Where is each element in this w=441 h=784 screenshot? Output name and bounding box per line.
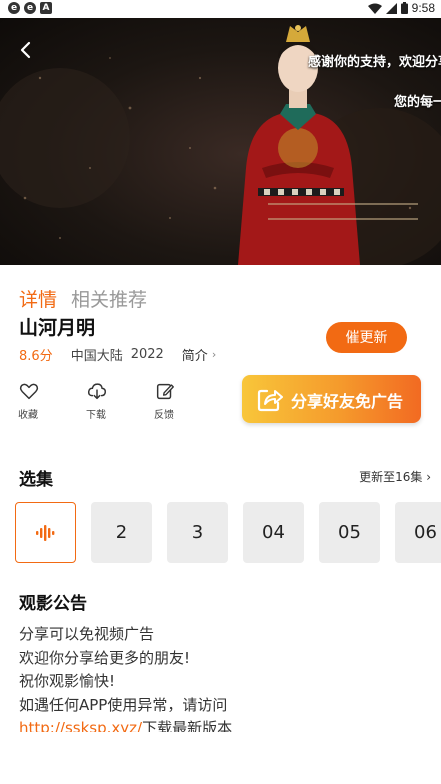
episode-item[interactable]: 2: [91, 502, 152, 563]
chevron-right-icon: ›: [211, 348, 217, 361]
favorite-button[interactable]: 收藏: [12, 380, 80, 421]
episodes-update-text: 更新至16集: [359, 470, 423, 484]
status-time: 9:58: [411, 1, 435, 15]
episode-item-playing[interactable]: [15, 502, 76, 563]
notification-a-icon: A: [40, 2, 52, 14]
score: 8.6分: [19, 349, 53, 364]
chevron-right-icon: ›: [426, 470, 431, 484]
notice-body: 分享可以免视频广告 欢迎你分享给更多的朋友! 祝你观影愉快! 如遇任何APP使用…: [19, 623, 429, 732]
download-button[interactable]: 下载: [80, 380, 148, 421]
status-bar: e e A 9:58: [0, 0, 441, 18]
episode-item[interactable]: 06: [395, 502, 441, 563]
region: 中国大陆: [70, 349, 123, 364]
playing-equalizer-icon: [35, 524, 54, 541]
notification-e-icon: e: [24, 2, 36, 14]
notice-line: 分享可以免视频广告: [19, 625, 155, 643]
tab-recommendations[interactable]: 相关推荐: [71, 285, 147, 312]
episodes-update-link[interactable]: 更新至16集 ›: [359, 468, 431, 485]
share-ad-free-button[interactable]: 分享好友免广告: [242, 375, 421, 423]
episodes-heading: 选集: [19, 470, 53, 490]
notification-e-icon: e: [8, 2, 20, 14]
detail-tabs: 详情 相关推荐: [19, 285, 147, 312]
urge-update-button[interactable]: 催更新: [326, 322, 407, 353]
notice-link-line: http://ssksp.xyz/下载最新版本: [19, 717, 429, 732]
notice-line: 如遇任何APP使用异常，请访问: [19, 695, 228, 714]
feedback-button[interactable]: 反馈: [148, 380, 216, 421]
favorite-label: 收藏: [18, 410, 38, 421]
marquee-text: 您的每一: [394, 95, 441, 110]
show-title: 山河月明: [19, 317, 96, 339]
notice-line: 祝你观影愉快!: [19, 672, 116, 690]
notice-link-suffix: 下载最新版本: [142, 719, 233, 732]
episode-item[interactable]: 3: [167, 502, 228, 563]
episode-list: 2 3 04 05 06: [15, 502, 441, 563]
notice-heading: 观影公告: [19, 594, 87, 614]
heart-icon: [19, 383, 39, 400]
intro-link[interactable]: 简介: [182, 345, 208, 364]
feedback-label: 反馈: [154, 410, 174, 421]
video-player[interactable]: 感谢你的支持，欢迎分享 您的每一: [0, 18, 441, 265]
share-icon: [257, 389, 283, 412]
signal-icon: [385, 2, 397, 14]
action-bar: 收藏 下载 反馈: [12, 380, 216, 421]
cloud-download-icon: [87, 383, 107, 400]
feedback-icon: [156, 383, 174, 400]
episode-item[interactable]: 04: [243, 502, 304, 563]
marquee-text: 感谢你的支持，欢迎分享: [308, 55, 441, 70]
notice-line: 欢迎你分享给更多的朋友!: [19, 648, 191, 667]
episode-item[interactable]: 05: [319, 502, 380, 563]
year: 2022: [130, 347, 164, 362]
download-site-link[interactable]: http://ssksp.xyz/: [19, 719, 142, 732]
download-label: 下载: [86, 410, 106, 421]
wifi-icon: [367, 3, 382, 14]
show-meta: 8.6分 中国大陆 2022 简介 ›: [19, 345, 216, 364]
tab-details[interactable]: 详情: [19, 285, 57, 312]
share-button-label: 分享好友免广告: [291, 392, 404, 411]
back-arrow-icon[interactable]: [14, 38, 38, 62]
battery-icon: [400, 2, 408, 14]
